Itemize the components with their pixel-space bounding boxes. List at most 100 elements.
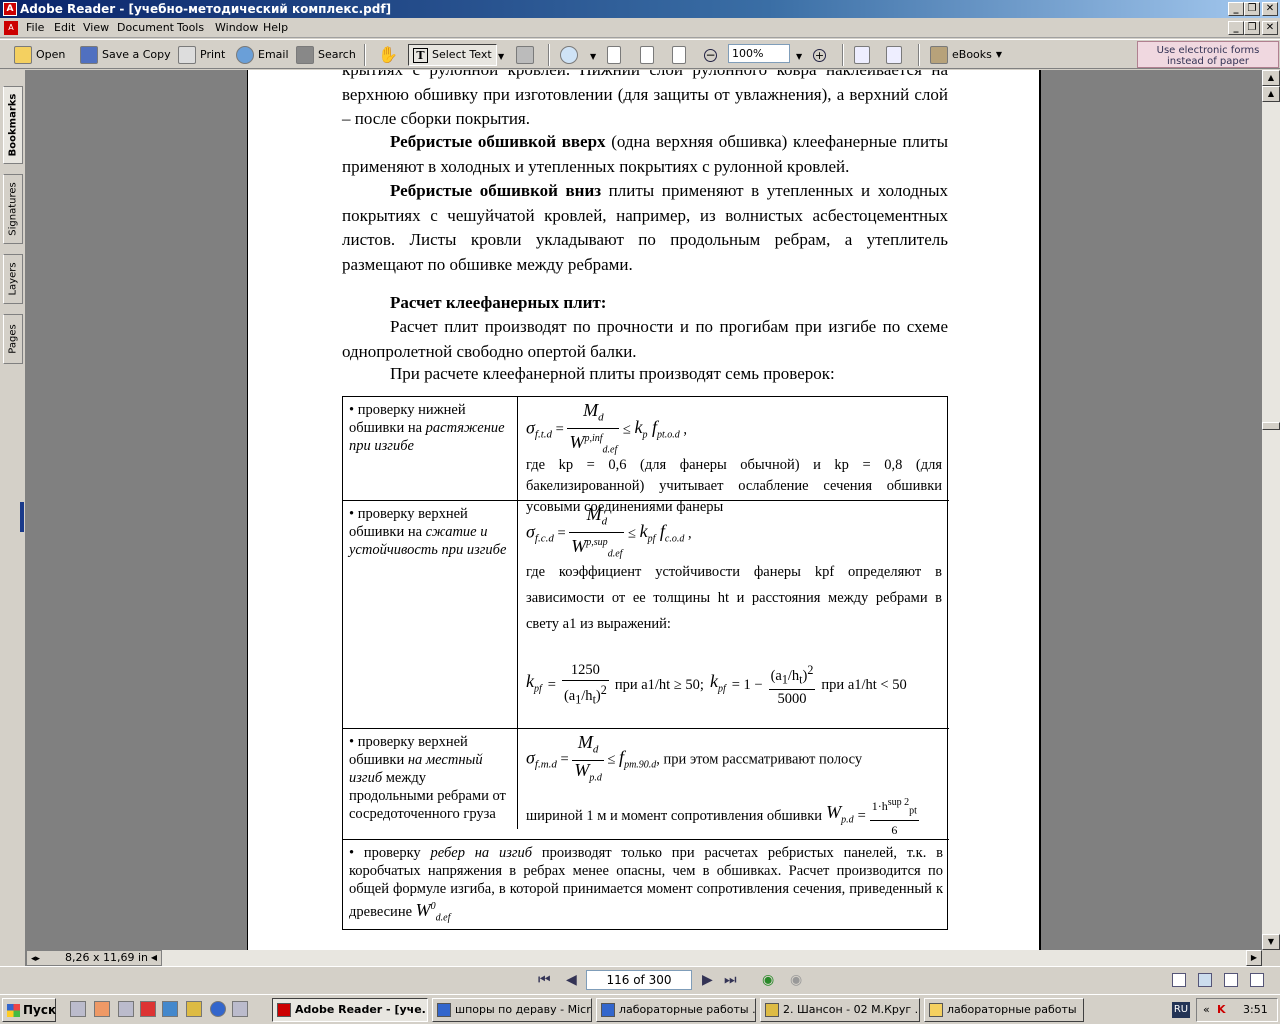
rotate-cw-icon	[854, 46, 870, 64]
email-button[interactable]: Email	[236, 44, 289, 66]
facing-pages-icon[interactable]	[1224, 973, 1238, 987]
fit-page-button[interactable]	[640, 44, 654, 66]
search-button[interactable]: Search	[296, 44, 356, 66]
print-button[interactable]: Print	[178, 44, 225, 66]
row-2-condition-1: при a1/ht ≥ 50;	[614, 676, 704, 693]
continuous-facing-icon[interactable]	[1250, 973, 1264, 987]
menu-edit[interactable]: Edit	[54, 21, 75, 34]
go-back-icon[interactable]: ◉	[762, 973, 774, 987]
quicklaunch-icon[interactable]	[210, 1001, 226, 1017]
tab-bookmarks[interactable]: Bookmarks	[3, 86, 23, 164]
row-3-text-1: , при этом рассматривают полосу	[656, 751, 863, 768]
paragraph-1: Ребристые обшивкой вверх (одна верхняя о…	[342, 130, 948, 179]
tray-expand-icon[interactable]: «	[1203, 999, 1210, 1021]
continuous-page-icon[interactable]	[1198, 973, 1212, 987]
zoom-out-button[interactable]: −	[704, 44, 717, 66]
task-word-doc-1[interactable]: шпоры по дераву - Micr...	[432, 998, 592, 1022]
select-text-button[interactable]: T Select Text	[408, 44, 497, 66]
quicklaunch-icon[interactable]	[140, 1001, 156, 1017]
quicklaunch-icon[interactable]	[162, 1001, 178, 1017]
document-icon[interactable]: A	[4, 21, 18, 35]
go-forward-icon[interactable]: ◉	[790, 973, 802, 987]
scroll-down-arrow[interactable]: ▼	[1262, 934, 1280, 950]
chevron-down-icon[interactable]: ▼	[796, 52, 802, 61]
task-media-player[interactable]: 2. Шансон - 02 М.Круг ...	[760, 998, 920, 1022]
doc-minimize-button[interactable]: _	[1228, 21, 1244, 35]
row-1-formula: σf.t.d = Md Wp,infd.ef ≤ kp fpt.o.d ,	[526, 400, 687, 456]
panel-splitter[interactable]	[20, 502, 24, 532]
task-label: шпоры по дераву - Micr...	[455, 1003, 592, 1016]
antivirus-icon[interactable]: K	[1217, 999, 1226, 1021]
task-adobe-reader[interactable]: Adobe Reader - [уче...	[272, 998, 428, 1022]
rotate-clockwise-button[interactable]	[854, 44, 870, 66]
menu-document[interactable]: Document	[117, 21, 174, 34]
floppy-icon	[80, 46, 98, 64]
scroll-page-up-arrow[interactable]: ▲	[1262, 86, 1280, 102]
quicklaunch-icon[interactable]	[94, 1001, 110, 1017]
save-copy-button[interactable]: Save a Copy	[80, 44, 171, 66]
last-page-icon[interactable]: ⏭	[724, 973, 737, 987]
doc-restore-button[interactable]: ❐	[1244, 21, 1260, 35]
paragraph-0: крытиях с рулонной кровлей. Нижний слой …	[342, 70, 948, 128]
menu-window[interactable]: Window	[215, 21, 258, 34]
page-number-input[interactable]: 116 of 300	[586, 970, 692, 990]
acrobat-icon	[277, 1003, 291, 1017]
zoom-in-tool-button[interactable]	[560, 44, 578, 66]
scroll-right-arrow[interactable]: ▶	[1246, 950, 1262, 966]
maximize-button[interactable]: ❐	[1244, 2, 1260, 16]
paragraph-3: Расчет плит производят по прочности и по…	[342, 317, 948, 361]
title-bar: A Adobe Reader - [учебно-методический ко…	[0, 0, 1280, 18]
task-word-doc-2[interactable]: лабораторные работы ...	[596, 998, 756, 1022]
previous-page-icon[interactable]: ◀	[566, 973, 577, 987]
menu-view[interactable]: View	[83, 21, 109, 34]
magnifier-plus-icon	[560, 46, 578, 64]
menu-file[interactable]: File	[26, 21, 44, 34]
open-button[interactable]: Open	[14, 44, 65, 66]
clock[interactable]: 3:51	[1243, 999, 1268, 1021]
start-label: Пуск	[23, 1003, 57, 1017]
quicklaunch-icon[interactable]	[232, 1001, 248, 1017]
ebooks-button[interactable]: eBooks ▼	[930, 44, 1002, 66]
doc-close-button[interactable]: ✕	[1262, 21, 1278, 35]
rotate-ccw-icon	[886, 46, 902, 64]
language-indicator[interactable]: RU	[1172, 1002, 1190, 1018]
actual-size-button[interactable]	[607, 44, 621, 66]
tab-layers[interactable]: Layers	[3, 254, 23, 304]
menu-help[interactable]: Help	[263, 21, 288, 34]
scroll-up-arrow[interactable]: ▲	[1262, 70, 1280, 86]
chevron-down-icon[interactable]: ▼	[498, 52, 504, 61]
globe-mail-icon	[236, 46, 254, 64]
row-3-text-2: шириной 1 м и момент сопротивления обшив…	[526, 808, 823, 825]
task-label: 2. Шансон - 02 М.Круг ...	[783, 1003, 920, 1016]
minimize-button[interactable]: _	[1228, 2, 1244, 16]
zoom-in-button[interactable]: +	[813, 44, 826, 66]
vertical-scrollbar[interactable]: ▲ ▲ ▼	[1262, 70, 1280, 950]
menu-tools[interactable]: Tools	[177, 21, 204, 34]
binoculars-icon	[296, 46, 314, 64]
task-folder[interactable]: лабораторные работы	[924, 998, 1084, 1022]
close-button[interactable]: ✕	[1262, 2, 1278, 16]
zoom-level-input[interactable]: 100%	[728, 44, 790, 63]
scroll-thumb[interactable]	[1262, 422, 1280, 430]
rotate-counterclockwise-button[interactable]	[886, 44, 902, 66]
scroll-left-arrow[interactable]: ◀	[147, 951, 161, 965]
task-label: лабораторные работы ...	[619, 1003, 756, 1016]
tab-pages[interactable]: Pages	[3, 314, 23, 364]
first-page-icon[interactable]: ⏮	[538, 973, 551, 987]
document-view[interactable]: крытиях с рулонной кровлей. Нижний слой …	[26, 70, 1262, 950]
quicklaunch-icon[interactable]	[118, 1001, 134, 1017]
electronic-forms-banner[interactable]: Use electronic forms instead of paper	[1137, 41, 1279, 68]
horizontal-scrollbar[interactable]: ▶	[26, 950, 1262, 966]
single-page-icon[interactable]	[1172, 973, 1186, 987]
table-rule	[343, 728, 949, 729]
quicklaunch-icon[interactable]	[70, 1001, 86, 1017]
snapshot-tool-button[interactable]	[516, 44, 534, 66]
tab-signatures[interactable]: Signatures	[3, 174, 23, 244]
next-page-icon[interactable]: ▶	[702, 973, 713, 987]
quicklaunch-icon[interactable]	[186, 1001, 202, 1017]
start-button[interactable]: Пуск	[2, 998, 56, 1022]
fit-width-button[interactable]	[672, 44, 686, 66]
hand-tool-button[interactable]: ✋	[378, 44, 398, 66]
search-label: Search	[318, 48, 356, 61]
chevron-down-icon[interactable]: ▼	[590, 52, 596, 61]
